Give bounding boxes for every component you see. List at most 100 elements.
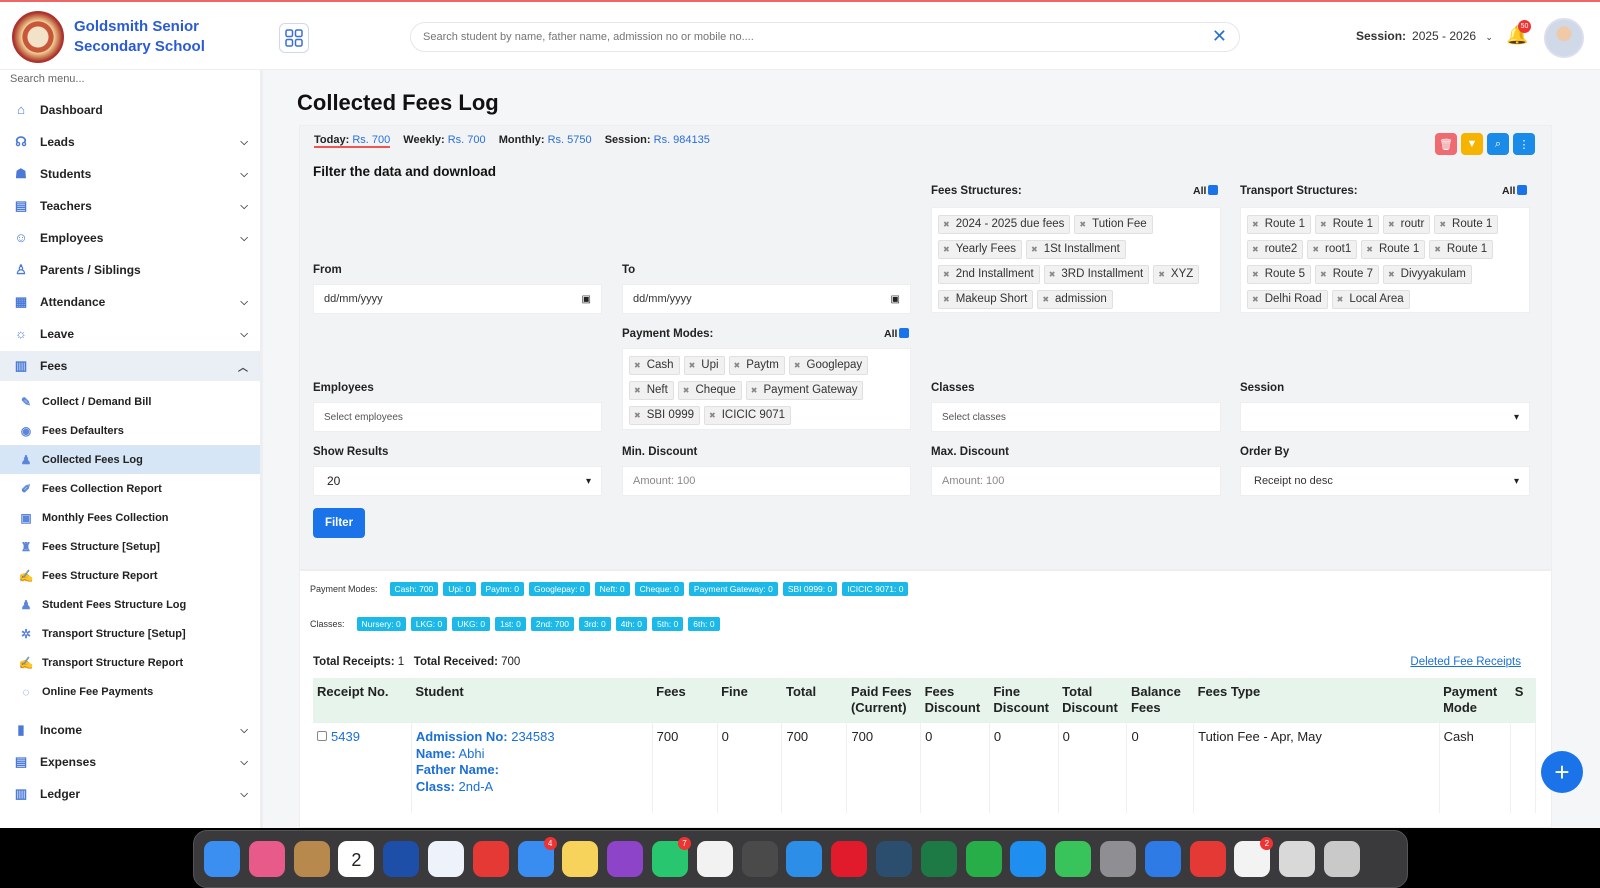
remove-tag-icon[interactable]: ✖: [1312, 245, 1319, 254]
th-total[interactable]: Total: [781, 678, 847, 723]
th-fees-type[interactable]: Fees Type: [1193, 678, 1440, 723]
row-checkbox[interactable]: [317, 731, 327, 741]
sidebar-sub-fees-structure-report[interactable]: ✍ Fees Structure Report: [0, 561, 260, 590]
apps-grid-button[interactable]: [279, 23, 309, 53]
search-button[interactable]: ⌕: [1487, 133, 1509, 155]
chrome-icon[interactable]: [696, 841, 733, 877]
remove-tag-icon[interactable]: ✖: [1049, 270, 1056, 279]
payment-modes-all[interactable]: All: [884, 328, 910, 340]
microsoft-office-icon[interactable]: 2: [1234, 837, 1274, 877]
sidebar-item-leads[interactable]: ☊ Leads ⌵: [0, 127, 260, 157]
max-discount-input[interactable]: Amount: 100: [931, 466, 1221, 496]
deleted-fee-receipts-link[interactable]: Deleted Fee Receipts: [1410, 656, 1521, 668]
avatar[interactable]: [1544, 18, 1584, 58]
sidebar-item-ledger[interactable]: ▥ Ledger ⌵: [0, 779, 260, 809]
whatsapp-icon[interactable]: 7: [651, 837, 691, 877]
remove-tag-icon[interactable]: ✖: [1252, 245, 1259, 254]
system-settings-icon[interactable]: [1099, 841, 1136, 877]
th-paid-fees[interactable]: Paid Fees (Current): [846, 678, 921, 723]
selected-tag[interactable]: ✖ Route 1: [1434, 215, 1499, 234]
selected-tag[interactable]: ✖ Tution Fee: [1074, 215, 1153, 234]
selected-tag[interactable]: ✖ Route 1: [1314, 215, 1379, 234]
remove-tag-icon[interactable]: ✖: [683, 386, 690, 395]
remove-tag-icon[interactable]: ✖: [689, 361, 696, 370]
selected-tag[interactable]: ✖ Divyyakulam: [1382, 265, 1472, 284]
selected-tag[interactable]: ✖ route2: [1247, 240, 1304, 259]
remove-tag-icon[interactable]: ✖: [634, 361, 641, 370]
selected-tag[interactable]: ✖ Local Area: [1331, 290, 1410, 309]
name-value[interactable]: Abhi: [459, 746, 485, 761]
calendar-icon[interactable]: ▣: [891, 294, 900, 305]
remove-tag-icon[interactable]: ✖: [1434, 245, 1441, 254]
fees-structures-all[interactable]: All: [1193, 185, 1219, 197]
selected-tag[interactable]: ✖ routr: [1382, 215, 1431, 234]
th-fees[interactable]: Fees: [652, 678, 718, 723]
selected-tag[interactable]: ✖ XYZ: [1153, 265, 1200, 284]
th-total-discount[interactable]: Total Discount: [1058, 678, 1127, 723]
transport-structures-all[interactable]: All: [1502, 185, 1528, 197]
remove-tag-icon[interactable]: ✖: [1031, 245, 1038, 254]
safari-icon[interactable]: [786, 841, 823, 877]
anydesk-icon[interactable]: [472, 841, 509, 877]
payment-modes-select[interactable]: ✖ Cash ✖ Upi ✖ Paytm ✖ Googlepay ✖ Neft ✖ Cheque ✖ Pa…: [622, 348, 911, 430]
selected-tag[interactable]: ✖ Route 1: [1429, 240, 1494, 259]
remove-tag-icon[interactable]: ✖: [794, 361, 801, 370]
remove-tag-icon[interactable]: ✖: [943, 270, 950, 279]
checkbox-checked-icon[interactable]: [1517, 185, 1528, 195]
remove-tag-icon[interactable]: ✖: [634, 411, 641, 420]
calendar-icon[interactable]: ▣: [582, 294, 591, 305]
filter-button[interactable]: Filter: [313, 508, 365, 538]
remove-tag-icon[interactable]: ✖: [709, 411, 716, 420]
remove-tag-icon[interactable]: ✖: [943, 220, 950, 229]
th-student[interactable]: Student: [411, 678, 653, 723]
trash-icon[interactable]: [1323, 841, 1360, 877]
sidebar-item-teachers[interactable]: ▤ Teachers ⌵: [0, 191, 260, 221]
selected-tag[interactable]: ✖ Upi: [683, 356, 725, 375]
admission-value[interactable]: 234583: [511, 729, 554, 744]
order-by-select[interactable]: Receipt no desc ▾: [1240, 466, 1530, 496]
student-search-input[interactable]: [423, 23, 1193, 51]
from-date-input[interactable]: dd/mm/yyyy ▣: [313, 284, 602, 314]
anydesk-icon-2[interactable]: [1189, 841, 1226, 877]
receipt-link[interactable]: 5439: [331, 729, 360, 744]
filter-toggle-button[interactable]: ▼: [1461, 133, 1483, 155]
remove-tag-icon[interactable]: ✖: [1158, 270, 1165, 279]
remove-tag-icon[interactable]: ✖: [1388, 270, 1395, 279]
to-date-input[interactable]: dd/mm/yyyy ▣: [622, 284, 911, 314]
brand[interactable]: Goldsmith Senior Secondary School: [12, 10, 262, 64]
transport-structures-select[interactable]: ✖ Route 1 ✖ Route 1 ✖ routr ✖ Route 1 ✖ route2 ✖ ro…: [1240, 207, 1530, 313]
selected-tag[interactable]: ✖ ICICIC 9071: [704, 406, 792, 425]
remove-tag-icon[interactable]: ✖: [1320, 270, 1327, 279]
selected-tag[interactable]: ✖ Payment Gateway: [745, 381, 864, 400]
selected-tag[interactable]: ✖ Neft: [629, 381, 674, 400]
vedmarg-icon[interactable]: [383, 841, 420, 877]
fees-structures-select[interactable]: ✖ 2024 - 2025 due fees ✖ Tution Fee ✖ Yearly …: [931, 207, 1221, 313]
selected-tag[interactable]: ✖ Paytm: [728, 356, 785, 375]
sidebar-sub-fees-collection-report[interactable]: ✐ Fees Collection Report: [0, 474, 260, 503]
launchpad-icon[interactable]: [248, 841, 285, 877]
th-fees-discount[interactable]: Fees Discount: [920, 678, 990, 723]
sidebar-item-leave[interactable]: ☼ Leave ⌵: [0, 319, 260, 349]
selected-tag[interactable]: ✖ 2024 - 2025 due fees: [938, 215, 1071, 234]
checkbox-checked-icon[interactable]: [899, 328, 910, 338]
sidebar-item-parents[interactable]: ♙ Parents / Siblings: [0, 255, 260, 285]
sidebar-sub-monthly-fees-collection[interactable]: ▣ Monthly Fees Collection: [0, 503, 260, 532]
excel-icon[interactable]: [920, 841, 957, 877]
tableplus-icon[interactable]: [875, 841, 912, 877]
finder-icon[interactable]: [204, 841, 240, 877]
remove-tag-icon[interactable]: ✖: [1042, 295, 1049, 304]
remove-tag-icon[interactable]: ✖: [1252, 220, 1259, 229]
appstore-icon[interactable]: [1010, 841, 1047, 877]
remove-tag-icon[interactable]: ✖: [734, 361, 741, 370]
remove-tag-icon[interactable]: ✖: [1252, 295, 1259, 304]
add-fab-button[interactable]: +: [1541, 751, 1583, 793]
remove-tag-icon[interactable]: ✖: [751, 386, 758, 395]
sidebar-sub-student-fees-structure-log[interactable]: ♟ Student Fees Structure Log: [0, 590, 260, 619]
selected-tag[interactable]: ✖ admission: [1037, 290, 1113, 309]
sidebar-sub-collected-fees-log[interactable]: ♟ Collected Fees Log: [0, 445, 260, 474]
vedmarg-admin-icon[interactable]: [427, 841, 464, 877]
delete-button[interactable]: 🗑: [1435, 133, 1457, 155]
sidebar-item-fees[interactable]: ▥ Fees ︿: [0, 351, 260, 381]
sidebar-item-dashboard[interactable]: ⌂ Dashboard: [0, 95, 260, 125]
selected-tag[interactable]: ✖ Cash: [629, 356, 680, 375]
